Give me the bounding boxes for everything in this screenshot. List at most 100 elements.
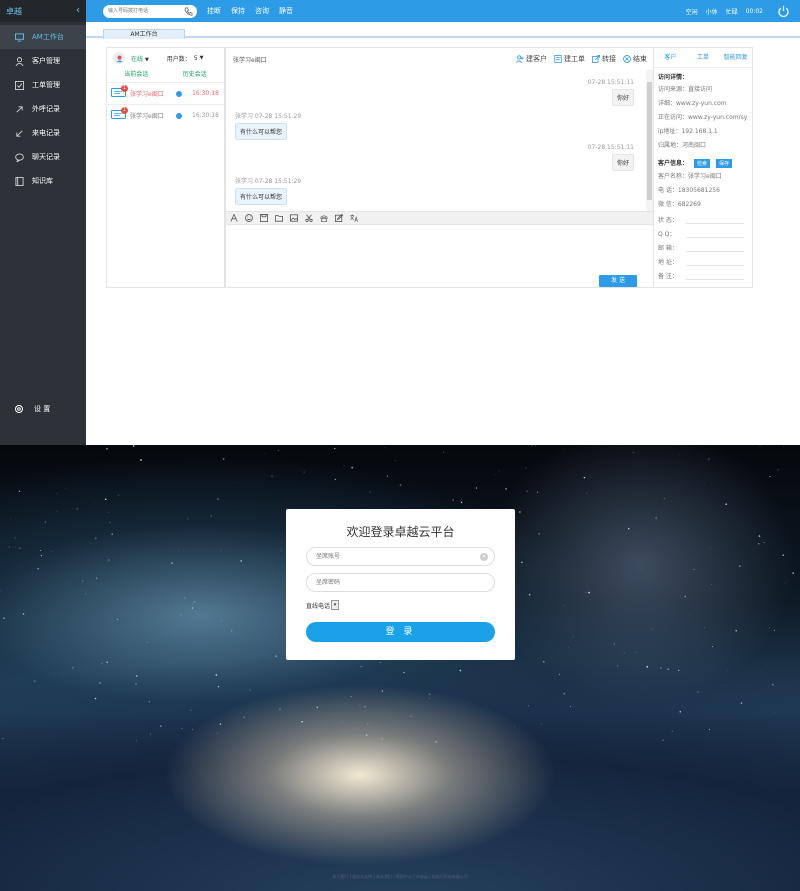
tab-customer[interactable]: 客户 (654, 48, 687, 67)
star (190, 709, 192, 711)
folder-icon[interactable] (275, 214, 284, 223)
message-scrollbar[interactable] (646, 70, 653, 212)
image-icon[interactable] (290, 213, 299, 223)
save-icon[interactable] (260, 213, 269, 223)
star (428, 697, 430, 699)
star (521, 561, 523, 564)
create-ticket-button[interactable]: 建工单 (554, 54, 585, 64)
status-field: 状 态： (658, 212, 752, 226)
login-button[interactable]: 登 录 (306, 622, 495, 642)
visit-location: 归属地：河南闽口 (658, 142, 707, 149)
session-item[interactable]: 1 张学习e闽口 16:30:18 (107, 82, 224, 104)
chat-header: 张学习e闽口 建客户 建工单 转接 结束 (226, 48, 653, 70)
sidebar-item-knowledge[interactable]: 知识库 (0, 169, 86, 193)
star (459, 669, 462, 672)
star (334, 447, 336, 450)
mute-button[interactable]: 静音 (279, 6, 293, 16)
qq-input[interactable] (686, 229, 744, 238)
translate-icon[interactable] (350, 213, 359, 223)
tab-smart-reply[interactable]: 智能回复 (719, 48, 752, 67)
scrollbar-thumb[interactable] (647, 82, 652, 200)
hold-button[interactable]: 保持 (231, 6, 245, 16)
phone-icon[interactable] (184, 7, 193, 16)
phone-icon[interactable] (320, 214, 329, 223)
address-input[interactable] (686, 257, 744, 266)
status-break[interactable]: 小休 (706, 7, 718, 16)
book-icon (14, 176, 24, 186)
star (773, 629, 775, 631)
settings-button[interactable]: 设 置 (14, 404, 50, 414)
star (381, 737, 384, 740)
tab-current-sessions[interactable]: 当前会话 (107, 68, 166, 82)
clear-icon[interactable]: × (480, 553, 488, 561)
star (89, 543, 91, 544)
visit-ip: ip地址：192.168.1.1 (658, 128, 718, 135)
star (249, 689, 251, 691)
star (777, 469, 779, 471)
session-name: 张学习e闽口 (130, 113, 164, 120)
transfer-button[interactable]: 转接 (592, 54, 616, 64)
star (651, 628, 653, 630)
tab-ticket[interactable]: 工单 (687, 48, 720, 67)
star (187, 518, 189, 520)
create-customer-button[interactable]: 建客户 (516, 54, 547, 64)
tab-history-sessions[interactable]: 历史会话 (166, 68, 225, 82)
login-mode-select[interactable]: 直线电话 ▾ (306, 600, 340, 610)
emoji-icon[interactable] (245, 213, 254, 223)
star (460, 501, 463, 504)
account-input[interactable] (307, 548, 467, 565)
star (570, 706, 572, 708)
sidebar-item-customers[interactable]: 客户管理 (0, 49, 86, 73)
session-item[interactable]: 1 张学习e闽口 16:30:18 (107, 104, 224, 126)
star (771, 683, 774, 686)
sidebar-item-outbound[interactable]: 外呼记录 (0, 97, 86, 121)
login-screen: 欢迎登录卓越云平台 × 直线电话 ▾ 登 录 关于我们 | 服务与支持 | 联系… (0, 445, 800, 891)
hangup-button[interactable]: 挂断 (207, 6, 221, 16)
status-idle[interactable]: 空闲 (686, 7, 698, 16)
font-icon[interactable] (230, 213, 239, 223)
star (616, 665, 619, 667)
star (95, 537, 97, 539)
consult-button[interactable]: 咨询 (255, 6, 269, 16)
sidebar-item-label: 来电记录 (32, 129, 60, 137)
status-busy[interactable]: 忙碌 (726, 7, 738, 16)
sidebar-item-tickets[interactable]: 工单管理 (0, 73, 86, 97)
dial-number-input[interactable] (103, 5, 181, 17)
remark-input[interactable] (686, 271, 744, 280)
edit-icon[interactable] (335, 213, 344, 223)
message-list: 07-28 15:51:11 你好 张学习 07-28 15:51:29 有什么… (226, 70, 646, 212)
tab-am-workbench[interactable]: AM工作台 (103, 29, 185, 39)
message-outgoing: 07-28 15:51:11 你好 (588, 79, 634, 106)
star (106, 661, 108, 663)
sidebar-item-chats[interactable]: 聊天记录 (0, 145, 86, 169)
send-button[interactable]: 发 送 (599, 275, 637, 287)
online-status-dropdown[interactable]: 在线 ▼ (131, 54, 149, 63)
cut-icon[interactable] (305, 214, 314, 223)
session-name: 张学习e闽口 (130, 91, 164, 98)
star (61, 709, 62, 710)
email-input[interactable] (686, 243, 744, 252)
star (495, 474, 496, 476)
star (180, 614, 182, 616)
message-compose-input[interactable] (226, 226, 653, 274)
email-field: 邮 箱： (658, 240, 752, 254)
session-tabs: 当前会话 历史会话 (107, 68, 224, 82)
star (76, 507, 79, 510)
star (662, 739, 664, 742)
star (278, 450, 279, 451)
power-icon[interactable] (777, 5, 790, 18)
user-count-dropdown-icon[interactable]: ▼ (200, 55, 204, 61)
star (641, 568, 643, 569)
user-icon (14, 56, 24, 66)
sidebar-item-am-workbench[interactable]: AM工作台 (0, 25, 86, 49)
status-input[interactable] (686, 215, 744, 224)
search-customer-button[interactable]: 检索 (694, 158, 711, 168)
star (234, 481, 235, 483)
collapse-sidebar-icon[interactable]: ‹ (76, 6, 80, 16)
save-customer-button[interactable]: 保存 (716, 158, 733, 168)
star (18, 490, 21, 492)
sidebar-item-inbound[interactable]: 来电记录 (0, 121, 86, 145)
star (365, 734, 368, 736)
password-input[interactable] (307, 574, 467, 591)
end-chat-button[interactable]: 结束 (623, 54, 647, 64)
